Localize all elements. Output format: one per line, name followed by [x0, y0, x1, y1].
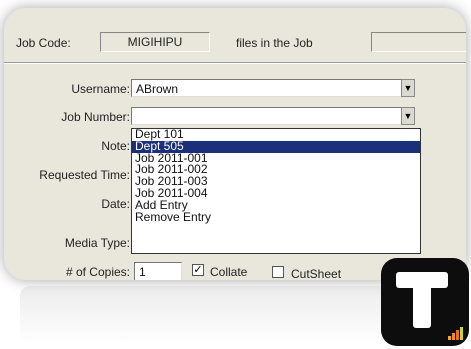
t-logo-icon [381, 258, 469, 346]
chevron-down-icon[interactable]: ▼ [401, 79, 415, 97]
files-in-job-label: files in the Job [236, 36, 313, 50]
username-value: ABrown [136, 82, 179, 96]
list-item-remove-entry[interactable]: Remove Entry [132, 211, 420, 224]
job-number-dropdown-list[interactable]: Dept 101 Dept 505 Job 2011-001 Job 2011-… [131, 128, 421, 254]
header-divider [4, 62, 466, 64]
copies-input[interactable]: 1 [134, 262, 182, 280]
job-number-combo[interactable]: ▼ [131, 107, 415, 125]
requested-time-label: Requested Time: [39, 168, 130, 182]
t-logo-stem [413, 288, 431, 328]
media-type-label: Media Type: [64, 236, 130, 250]
signal-bars-icon [448, 327, 463, 340]
chevron-down-icon[interactable]: ▼ [401, 107, 415, 125]
cutsheet-label: CutSheet [291, 267, 342, 280]
note-label: Note: [101, 139, 130, 153]
cutsheet-checkbox[interactable] [272, 266, 284, 278]
copies-value: 1 [139, 265, 146, 279]
job-code-value: MIGIHIPU [100, 32, 210, 52]
signal-bar [456, 330, 459, 340]
job-number-label: Job Number: [61, 110, 130, 124]
date-label: Date: [101, 197, 130, 211]
signal-bar [448, 336, 451, 340]
files-count-field [371, 32, 466, 52]
t-logo-bar [396, 272, 448, 288]
window-reflection [20, 286, 420, 344]
signal-bar [460, 327, 463, 340]
collate-checkbox[interactable]: ✓ [192, 264, 204, 276]
job-code-label: Job Code: [16, 36, 71, 50]
collate-label: Collate [210, 265, 248, 279]
username-combo[interactable]: ABrown ▼ [131, 79, 415, 97]
copies-label: # of Copies: [65, 265, 130, 279]
username-label: Username: [71, 82, 130, 96]
signal-bar [452, 333, 455, 340]
